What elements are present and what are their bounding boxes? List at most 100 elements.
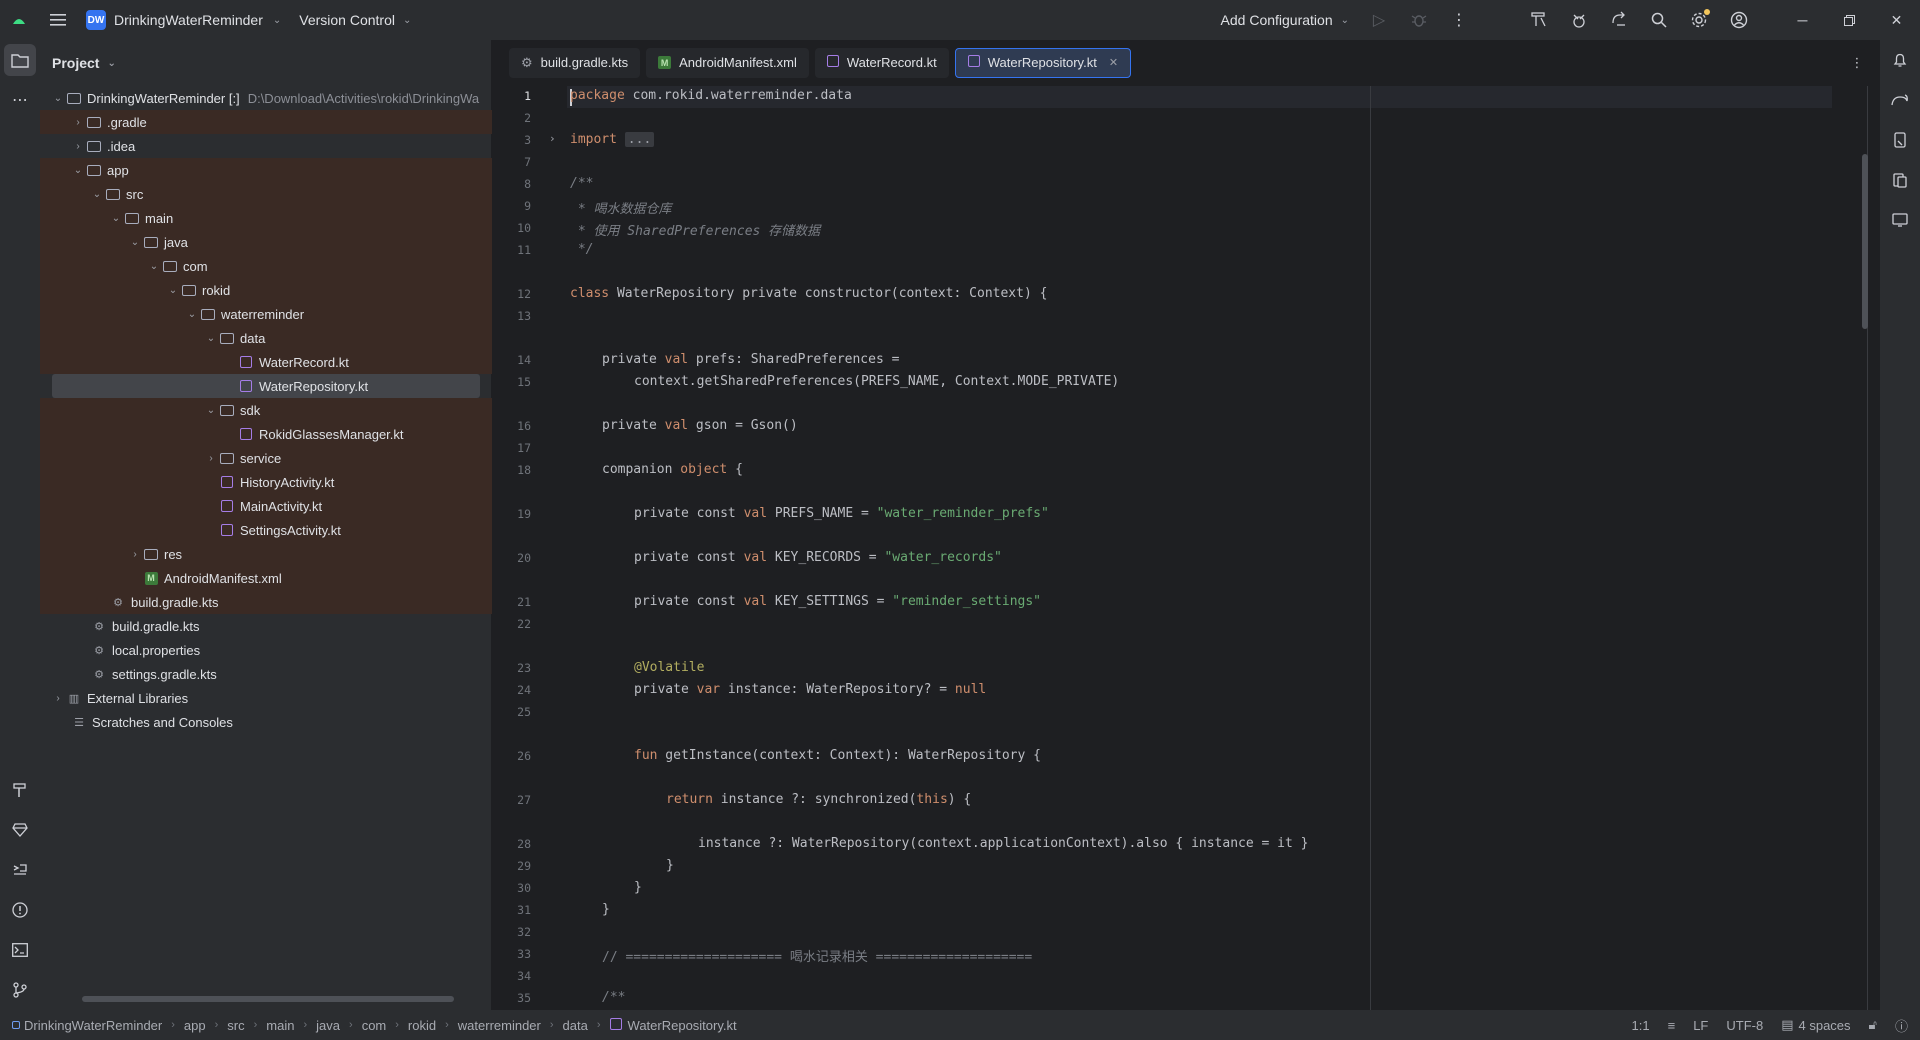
tree-item-scratches[interactable]: ☰ Scratches and Consoles	[40, 710, 492, 734]
tree-item-sdk[interactable]: ⌄ sdk	[40, 398, 492, 422]
fold-expand-icon[interactable]: ›	[549, 132, 556, 145]
tree-item-main[interactable]: ⌄ main	[40, 206, 492, 230]
tree-item-service[interactable]: › service	[40, 446, 492, 470]
tab-water-repository[interactable]: WaterRepository.kt ✕	[954, 47, 1132, 78]
tree-item-rokidglassesmanager[interactable]: RokidGlassesManager.kt	[40, 422, 492, 446]
sync-gradle-icon[interactable]	[1599, 0, 1639, 40]
logcat-icon[interactable]	[0, 850, 40, 890]
expand-arrow-icon[interactable]: ›	[70, 117, 86, 128]
expand-arrow-icon[interactable]: ⌄	[127, 237, 143, 248]
tree-item-gradle[interactable]: › .gradle	[40, 110, 492, 134]
tree-item-app[interactable]: ⌄ app	[40, 158, 492, 182]
expand-arrow-icon[interactable]: ⌄	[70, 165, 86, 176]
vertical-scrollbar[interactable]	[1862, 154, 1868, 329]
horizontal-scrollbar[interactable]	[82, 996, 454, 1002]
search-icon[interactable]	[1639, 0, 1679, 40]
version-control-menu[interactable]: Version Control ⌄	[289, 12, 421, 28]
expand-arrow-icon[interactable]: ⌄	[203, 333, 219, 344]
soft-wrap-icon[interactable]: ≡	[1668, 1018, 1676, 1033]
breadcrumb-item[interactable]: main	[266, 1018, 294, 1033]
system-health-icon[interactable]: ⓘ	[1895, 1016, 1908, 1035]
expand-arrow-icon[interactable]: ⌄	[184, 309, 200, 320]
caret-position[interactable]: 1:1	[1632, 1018, 1650, 1033]
tree-item-settingsactivity[interactable]: SettingsActivity.kt	[40, 518, 492, 542]
tree-item-waterreminder[interactable]: ⌄ waterreminder	[40, 302, 492, 326]
tab-options-icon[interactable]: ⋮	[1842, 48, 1872, 78]
expand-arrow-icon[interactable]: ⌄	[146, 261, 162, 272]
indent-setting[interactable]: ▤ 4 spaces	[1781, 1017, 1850, 1033]
debug-icon[interactable]	[1399, 0, 1439, 40]
gem-icon[interactable]	[0, 810, 40, 850]
breadcrumb-item[interactable]: rokid	[408, 1018, 436, 1033]
more-tool-windows-icon[interactable]: ⋯	[0, 80, 40, 120]
add-configuration-button[interactable]: Add Configuration ⌄	[1211, 12, 1359, 28]
breadcrumb-item[interactable]: WaterRepository.kt	[628, 1018, 737, 1033]
device-mirror-icon[interactable]	[1880, 120, 1920, 160]
tree-item-res[interactable]: › res	[40, 542, 492, 566]
tree-item-data[interactable]: ⌄ data	[40, 326, 492, 350]
tree-item-com[interactable]: ⌄ com	[40, 254, 492, 278]
read-only-lock-icon[interactable]: 🔓︎	[1869, 1017, 1877, 1033]
tree-item-src[interactable]: ⌄ src	[40, 182, 492, 206]
code-editor[interactable]: 1 2 3 7 8 9 10 11 12 13 14 15 16 17 18 1…	[497, 86, 1880, 1010]
expand-arrow-icon[interactable]: ›	[127, 549, 143, 560]
notifications-bell-icon[interactable]	[1880, 40, 1920, 80]
settings-gear-icon[interactable]	[1679, 0, 1719, 40]
tree-item-rokid[interactable]: ⌄ rokid	[40, 278, 492, 302]
device-manager-icon[interactable]	[1519, 0, 1559, 40]
project-selector[interactable]: DW DrinkingWaterReminder ⌄	[78, 5, 289, 35]
tree-item-androidmanifest[interactable]: M AndroidManifest.xml	[40, 566, 492, 590]
expand-arrow-icon[interactable]: ⌄	[108, 213, 124, 224]
git-branch-icon[interactable]	[0, 970, 40, 1010]
tree-item-java[interactable]: ⌄ java	[40, 230, 492, 254]
gradle-elephant-icon[interactable]	[1880, 80, 1920, 120]
tree-item-mainactivity[interactable]: MainActivity.kt	[40, 494, 492, 518]
expand-arrow-icon[interactable]: ⌄	[89, 189, 105, 200]
breadcrumb-item[interactable]: app	[184, 1018, 206, 1033]
tree-item-external-libraries[interactable]: › ▥ External Libraries	[40, 686, 492, 710]
expand-arrow-icon[interactable]: ⌄	[203, 405, 219, 416]
expand-arrow-icon[interactable]: ⌄	[165, 285, 181, 296]
expand-arrow-icon[interactable]: ›	[50, 693, 66, 704]
expand-arrow-icon[interactable]: ⌄	[50, 93, 66, 104]
line-ending[interactable]: LF	[1693, 1018, 1708, 1033]
breadcrumb-item[interactable]: waterreminder	[458, 1018, 541, 1033]
tab-build-gradle[interactable]: ⚙ build.gradle.kts	[509, 47, 641, 78]
breadcrumb-item[interactable]: src	[227, 1018, 244, 1033]
tree-item-local-properties[interactable]: ⚙ local.properties	[40, 638, 492, 662]
more-actions-icon[interactable]: ⋮	[1439, 0, 1479, 40]
main-menu-icon[interactable]	[38, 0, 78, 40]
account-icon[interactable]	[1719, 0, 1759, 40]
breadcrumb-item[interactable]: java	[316, 1018, 340, 1033]
restore-icon[interactable]	[1826, 0, 1873, 40]
breadcrumb-item[interactable]: data	[563, 1018, 588, 1033]
tree-item-waterrepository[interactable]: WaterRepository.kt	[52, 374, 480, 398]
project-folder-icon[interactable]	[4, 44, 36, 76]
problems-icon[interactable]	[0, 890, 40, 930]
tab-android-manifest[interactable]: M AndroidManifest.xml	[646, 47, 809, 78]
file-encoding[interactable]: UTF-8	[1726, 1018, 1763, 1033]
app-inspection-icon[interactable]	[1559, 0, 1599, 40]
tree-item-historyactivity[interactable]: HistoryActivity.kt	[40, 470, 492, 494]
project-panel-header[interactable]: Project ⌄	[40, 40, 491, 86]
running-devices-icon[interactable]	[1880, 200, 1920, 240]
expand-arrow-icon[interactable]: ›	[203, 453, 219, 464]
tree-item-root[interactable]: ⌄ DrinkingWaterReminder [:] D:\Download\…	[40, 86, 492, 110]
tree-item-app-build-gradle[interactable]: ⚙ build.gradle.kts	[40, 590, 492, 614]
tab-water-record[interactable]: WaterRecord.kt	[814, 47, 949, 78]
close-window-icon[interactable]: ✕	[1873, 0, 1920, 40]
run-icon[interactable]: ▷	[1359, 0, 1399, 40]
device-explorer-icon[interactable]	[1880, 160, 1920, 200]
expand-arrow-icon[interactable]: ›	[70, 141, 86, 152]
close-tab-icon[interactable]: ✕	[1109, 56, 1118, 69]
breadcrumb-item[interactable]: DrinkingWaterReminder	[24, 1018, 162, 1033]
build-hammer-icon[interactable]	[0, 770, 40, 810]
terminal-icon[interactable]	[0, 930, 40, 970]
breadcrumb-item[interactable]: com	[362, 1018, 387, 1033]
tree-item-build-gradle[interactable]: ⚙ build.gradle.kts	[40, 614, 492, 638]
tree-item-settings-gradle[interactable]: ⚙ settings.gradle.kts	[40, 662, 492, 686]
tree-item-idea[interactable]: › .idea	[40, 134, 492, 158]
folded-imports[interactable]: ...	[624, 132, 655, 147]
minimize-icon[interactable]: ─	[1779, 0, 1826, 40]
tree-item-waterrecord[interactable]: WaterRecord.kt	[40, 350, 492, 374]
